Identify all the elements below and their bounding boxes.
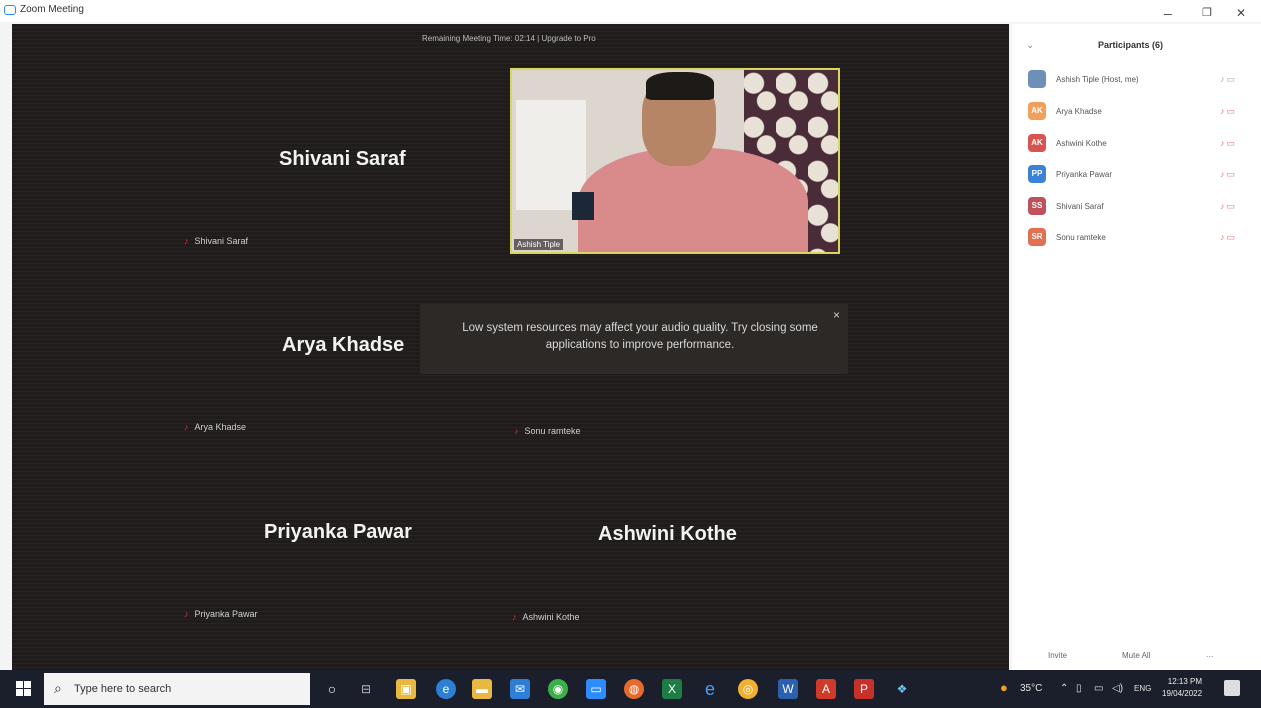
taskbar-search-box[interactable]: ⌕ Type here to search: [44, 673, 310, 705]
participant-name: Ashish Tiple (Host, me): [1056, 75, 1139, 84]
volume-icon[interactable]: ◁): [1112, 683, 1123, 694]
weather-icon[interactable]: ●: [1000, 680, 1008, 695]
participant-name: Shivani Saraf: [1056, 202, 1104, 211]
participant-row[interactable]: Ashish Tiple (Host, me) ♪▭: [1028, 70, 1258, 90]
avatar: [1028, 70, 1046, 88]
mail-icon[interactable]: ✉: [510, 679, 530, 699]
participant-row[interactable]: SR Sonu ramteke ♪▭: [1028, 228, 1258, 248]
network-icon[interactable]: ▯: [1076, 683, 1082, 694]
minimize-button[interactable]: –: [1164, 6, 1172, 20]
muted-mic-video-icons: ♪▭: [1220, 232, 1238, 242]
participant-row[interactable]: PP Priyanka Pawar ♪▭: [1028, 165, 1258, 185]
tile-label-ashwini: ♪ Ashwini Kothe: [512, 612, 580, 622]
acrobat-icon[interactable]: A: [816, 679, 836, 699]
task-view-icon[interactable]: ⊟: [356, 679, 376, 699]
muted-mic-icon: ♪: [184, 236, 189, 246]
chrome-icon[interactable]: ◎: [738, 679, 758, 699]
tile-label-arya: ♪ Arya Khadse: [184, 422, 247, 432]
muted-mic-video-icons: ♪▭: [1220, 169, 1238, 179]
avatar: AK: [1028, 134, 1046, 152]
cortana-icon[interactable]: ○: [322, 679, 342, 699]
tile-label-sonu: ♪ Sonu ramteke: [514, 426, 581, 436]
meeting-time-banner[interactable]: Remaining Meeting Time: 02:14 | Upgrade …: [422, 34, 596, 43]
participant-name: Sonu ramteke: [1056, 233, 1106, 242]
invite-button[interactable]: Invite: [1048, 651, 1067, 660]
muted-mic-video-icons: ♪▭: [1220, 138, 1238, 148]
participant-name: Priyanka Pawar: [1056, 170, 1113, 179]
muted-mic-video-icons: ♪▭: [1220, 106, 1238, 116]
low-resources-toast: Low system resources may affect your aud…: [420, 304, 848, 374]
tile-name-priyanka: Priyanka Pawar: [264, 521, 412, 543]
muted-mic-icon: ♪: [514, 426, 519, 436]
temperature[interactable]: 35°C: [1020, 683, 1042, 694]
participant-row[interactable]: SS Shivani Saraf ♪▭: [1028, 197, 1258, 217]
mic-video-icons: ♪▭: [1220, 74, 1238, 84]
store-icon[interactable]: ▣: [396, 679, 416, 699]
clock-time: 12:13 PM: [1167, 677, 1203, 686]
excel-icon[interactable]: X: [662, 679, 682, 699]
windows-start-icon[interactable]: [16, 681, 32, 697]
show-hidden-icons-icon[interactable]: ⌃: [1060, 683, 1068, 694]
more-options-button[interactable]: ...: [1206, 649, 1214, 659]
toast-message: Low system resources may affect your aud…: [462, 322, 818, 351]
search-placeholder: Type here to search: [74, 683, 172, 695]
video-tile-ashish[interactable]: Ashish Tiple: [510, 68, 840, 254]
zoom-taskbar-icon[interactable]: ▭: [586, 679, 606, 699]
participant-row[interactable]: AK Arya Khadse ♪▭: [1028, 102, 1258, 122]
firefox-icon[interactable]: ◍: [624, 679, 644, 699]
internet-explorer-icon[interactable]: e: [700, 679, 720, 699]
title-bar: Zoom Meeting – ❐ ✕: [0, 0, 1261, 22]
participants-title: Participants (6): [1098, 40, 1164, 50]
participant-row[interactable]: AK Ashwini Kothe ♪▭: [1028, 134, 1258, 154]
tile-name-arya: Arya Khadse: [282, 334, 405, 356]
video-name-tag: Ashish Tiple: [514, 239, 564, 250]
tile-label-shivani: ♪ Shivani Saraf: [184, 236, 249, 246]
zoom-logo-icon: [4, 5, 16, 15]
muted-mic-video-icons: ♪▭: [1220, 201, 1238, 211]
video-person-hair: [646, 72, 714, 100]
window-title: Zoom Meeting: [20, 4, 84, 15]
edge-icon[interactable]: e: [436, 679, 456, 699]
tile-name-ashwini: Ashwini Kothe: [598, 523, 737, 545]
avatar: AK: [1028, 102, 1046, 120]
avatar: SS: [1028, 197, 1046, 215]
collapse-panel-icon[interactable]: ⌄: [1026, 40, 1034, 51]
display-icon[interactable]: ▭: [1094, 683, 1103, 694]
participants-panel: ⌄ Participants (6) Ashish Tiple (Host, m…: [1012, 24, 1261, 670]
notifications-icon[interactable]: [1224, 680, 1240, 696]
tile-name-shivani: Shivani Saraf: [279, 148, 406, 170]
file-explorer-icon[interactable]: ▬: [472, 679, 492, 699]
muted-mic-icon: ♪: [512, 612, 517, 622]
word-icon[interactable]: W: [778, 679, 798, 699]
powerpoint-icon[interactable]: P: [854, 679, 874, 699]
whatsapp-icon[interactable]: ◉: [548, 679, 568, 699]
close-window-button[interactable]: ✕: [1236, 6, 1246, 20]
participant-name: Arya Khadse: [1056, 107, 1102, 116]
mute-all-button[interactable]: Mute All: [1122, 651, 1150, 660]
muted-mic-icon: ♪: [184, 422, 189, 432]
clock-date: 19/04/2022: [1162, 689, 1203, 698]
toast-close-button[interactable]: ×: [833, 308, 840, 322]
avatar: SR: [1028, 228, 1046, 246]
taskbar: ⌕ Type here to search ○ ⊟ ▣ e ▬ ✉ ◉ ▭ ◍ …: [0, 670, 1261, 708]
meeting-gallery: Remaining Meeting Time: 02:14 | Upgrade …: [12, 24, 1009, 676]
language-indicator[interactable]: ENG: [1134, 684, 1151, 693]
search-icon: ⌕: [54, 680, 62, 696]
restore-button[interactable]: ❐: [1202, 6, 1212, 20]
id-badge: [572, 192, 594, 220]
tile-label-priyanka: ♪ Priyanka Pawar: [184, 609, 258, 619]
app-icon[interactable]: ❖: [892, 679, 912, 699]
avatar: PP: [1028, 165, 1046, 183]
participant-name: Ashwini Kothe: [1056, 139, 1107, 148]
muted-mic-icon: ♪: [184, 609, 189, 619]
clock[interactable]: 12:13 PM 19/04/2022: [1162, 676, 1202, 700]
